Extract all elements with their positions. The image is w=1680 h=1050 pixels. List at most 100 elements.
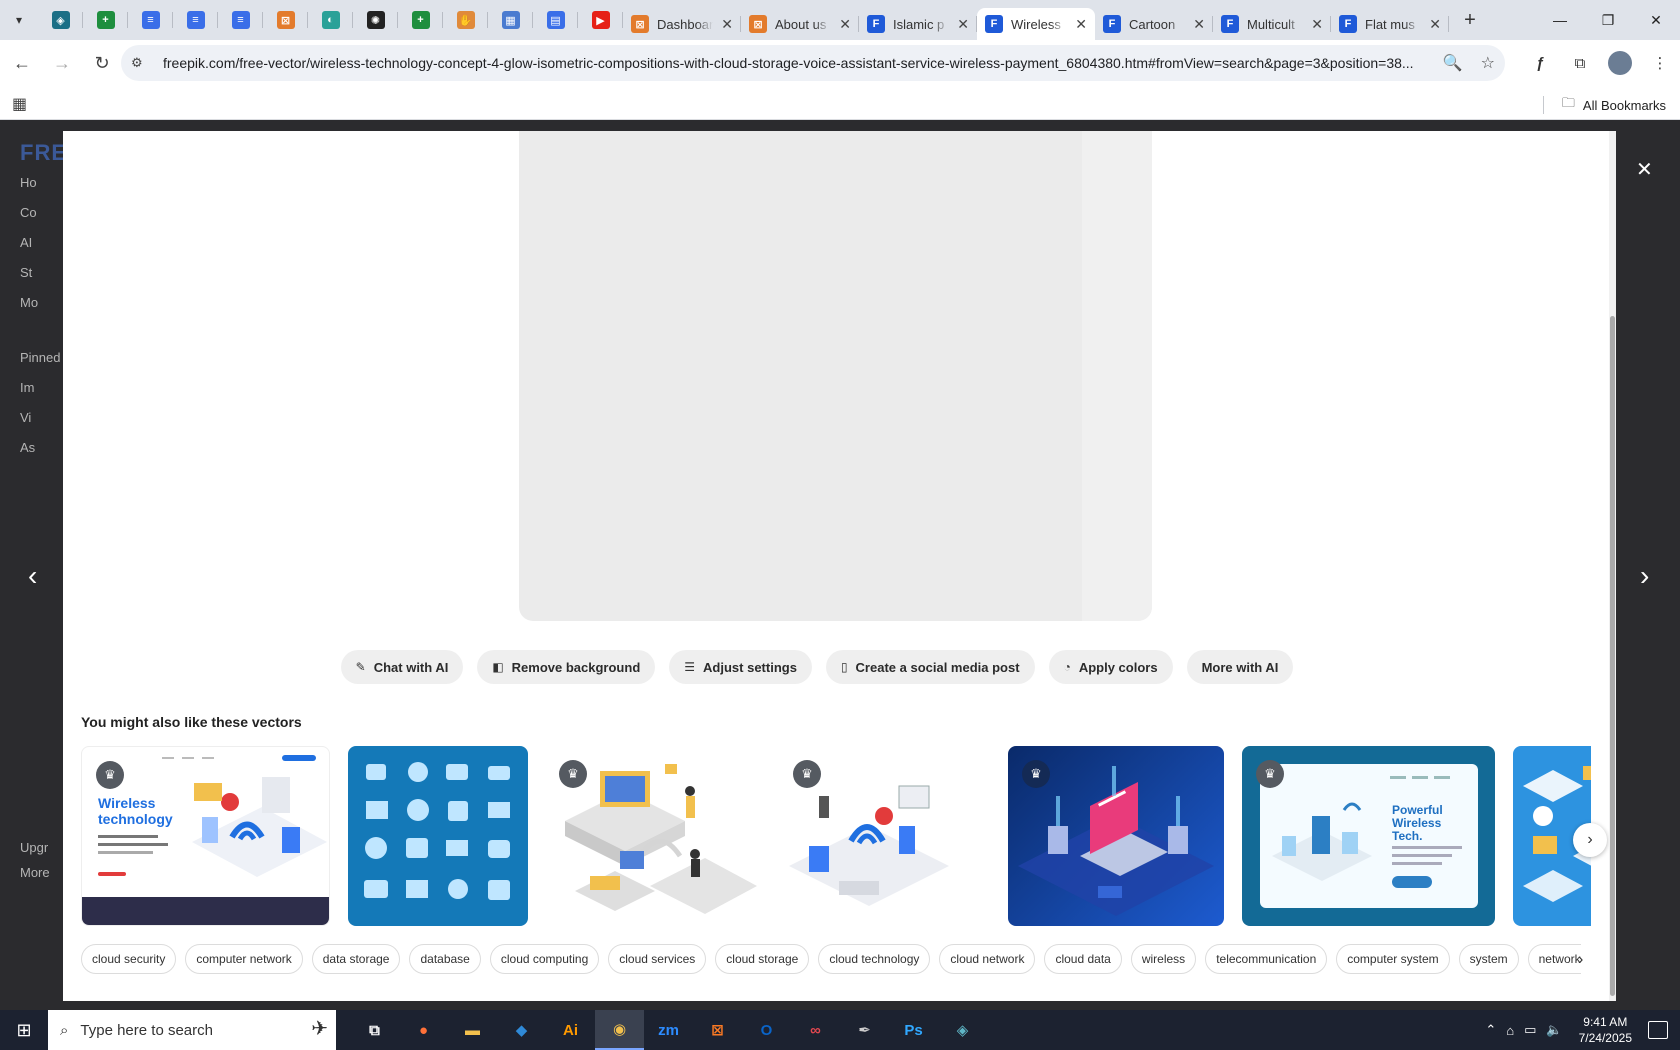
thumbnail-card[interactable]: ♛ xyxy=(1008,746,1224,926)
chevron-up-icon[interactable]: ⌃ xyxy=(1485,1022,1496,1038)
tag-chip[interactable]: cloud security xyxy=(81,944,177,974)
back-button[interactable]: ← xyxy=(4,45,40,81)
tag-chip[interactable]: cloud computing xyxy=(489,944,600,974)
profile-avatar[interactable] xyxy=(1600,51,1640,75)
modal-scrollbar[interactable] xyxy=(1609,131,1616,1001)
pinned-tab[interactable]: ✺ xyxy=(353,0,398,40)
next-resource-button[interactable]: › xyxy=(1640,560,1649,592)
reload-button[interactable]: ↻ xyxy=(84,45,120,81)
close-tab-icon[interactable]: ✕ xyxy=(721,16,733,33)
taskbar-app[interactable]: Ai xyxy=(546,1010,595,1050)
tag-chip[interactable]: database xyxy=(409,944,481,974)
tab-active[interactable]: F Wireless ✕ xyxy=(977,8,1095,40)
action-adjust-settingsbutton[interactable]: ☰ Adjust settings xyxy=(669,650,812,684)
tab[interactable]: F Cartoon ✕ xyxy=(1095,8,1213,40)
tag-chip[interactable]: cloud data xyxy=(1044,944,1122,974)
new-tab-button[interactable]: + xyxy=(1453,4,1487,36)
zoom-icon[interactable]: 🔍 xyxy=(1443,53,1463,73)
action-create-a-social-media-postbutton[interactable]: ▯ Create a social media post xyxy=(825,650,1035,684)
pinned-tab[interactable]: ✋ xyxy=(443,0,488,40)
taskbar-app[interactable]: zm xyxy=(644,1010,693,1050)
thumbnails-next-button[interactable]: › xyxy=(1573,823,1607,857)
taskbar-app[interactable]: ∞ xyxy=(791,1010,840,1050)
close-tab-icon[interactable]: ✕ xyxy=(957,16,969,33)
taskbar-app[interactable]: Ps xyxy=(889,1010,938,1050)
close-tab-icon[interactable]: ✕ xyxy=(1193,16,1205,33)
pinned-tab[interactable]: ⊠ xyxy=(263,0,308,40)
notifications-icon[interactable] xyxy=(1648,1021,1668,1039)
tab-search-button[interactable]: ▾ xyxy=(0,0,38,40)
tag-chip[interactable]: cloud technology xyxy=(818,944,931,974)
url-text[interactable]: freepik.com/free-vector/wireless-technol… xyxy=(163,55,1433,71)
tag-chip[interactable]: computer network xyxy=(185,944,303,974)
taskbar-app[interactable]: ◉ xyxy=(595,1010,644,1050)
pinned-tab[interactable]: ≡ xyxy=(128,0,173,40)
taskbar-app[interactable]: O xyxy=(742,1010,791,1050)
all-bookmarks-button[interactable]: 🗀 All Bookmarks xyxy=(1542,94,1666,116)
pinned-tab[interactable]: ≡ xyxy=(173,0,218,40)
pinned-tab[interactable]: ≡ xyxy=(218,0,263,40)
action-chat-with-aibutton[interactable]: ✎ Chat with AI xyxy=(340,650,464,684)
taskbar-search[interactable]: ⌕ Type here to search ✈ xyxy=(48,1010,336,1050)
tag-chip[interactable]: computer system xyxy=(1336,944,1450,974)
address-bar[interactable]: ⚙ freepik.com/free-vector/wireless-techn… xyxy=(121,45,1505,81)
close-tab-icon[interactable]: ✕ xyxy=(1429,16,1441,33)
taskbar-app[interactable]: ⊠ xyxy=(693,1010,742,1050)
tag-chip[interactable]: network security xyxy=(1527,944,1581,974)
bookmark-star-icon[interactable]: ☆ xyxy=(1481,53,1495,73)
taskbar-app[interactable]: ✒ xyxy=(840,1010,889,1050)
tag-chip[interactable]: wireless xyxy=(1130,944,1197,974)
pinned-tab[interactable]: ◈ xyxy=(38,0,83,40)
close-tab-icon[interactable]: ✕ xyxy=(839,16,851,33)
volume-icon[interactable]: 🔈 xyxy=(1546,1022,1562,1038)
close-tab-icon[interactable]: ✕ xyxy=(1075,16,1087,33)
previous-resource-button[interactable]: ‹ xyxy=(28,560,37,592)
pinned-tab[interactable]: ▦ xyxy=(488,0,533,40)
pinned-tab[interactable]: + xyxy=(83,0,128,40)
thumbnail-card[interactable]: ♛ Powerful Wireless Tech. xyxy=(1242,746,1495,926)
thumbnail-card[interactable]: ♛ xyxy=(545,746,759,926)
tab[interactable]: F Flat mus ✕ xyxy=(1331,8,1449,40)
pinned-tab[interactable]: + xyxy=(398,0,443,40)
menu-kebab-icon[interactable]: ⋮ xyxy=(1640,54,1680,72)
taskbar-app[interactable]: ◆ xyxy=(497,1010,546,1050)
tags-next-button[interactable]: › xyxy=(1578,951,1583,969)
clock[interactable]: 9:41 AM 7/24/2025 xyxy=(1579,1014,1632,1046)
tag-chip[interactable]: cloud network xyxy=(939,944,1036,974)
thumbnail-card[interactable]: ♛ Wireless technology xyxy=(81,746,330,926)
taskbar-app[interactable]: ▬ xyxy=(448,1010,497,1050)
tab[interactable]: F Multicult ✕ xyxy=(1213,8,1331,40)
apps-grid-icon[interactable]: ▦ xyxy=(12,94,27,114)
scrollbar-thumb[interactable] xyxy=(1610,316,1615,996)
tab[interactable]: F Islamic p ✕ xyxy=(859,8,977,40)
tag-chip[interactable]: telecommunication xyxy=(1205,944,1328,974)
display-icon[interactable]: ▭ xyxy=(1524,1022,1536,1038)
restore-button[interactable]: ❐ xyxy=(1584,0,1632,40)
taskbar-app[interactable]: ⧉ xyxy=(350,1010,399,1050)
minimize-button[interactable]: — xyxy=(1536,0,1584,40)
close-tab-icon[interactable]: ✕ xyxy=(1311,16,1323,33)
pinned-tab[interactable]: ▶ xyxy=(578,0,623,40)
action-remove-backgroundbutton[interactable]: ◧ Remove background xyxy=(477,650,656,684)
pinned-tab[interactable]: ◐ xyxy=(308,0,353,40)
tag-chip[interactable]: system xyxy=(1458,944,1519,974)
thumbnail-card[interactable] xyxy=(348,746,528,926)
extensions-icon[interactable]: ⧉ xyxy=(1560,55,1600,72)
tag-chip[interactable]: data storage xyxy=(311,944,401,974)
site-info-icon[interactable]: ⚙ xyxy=(131,55,155,71)
tag-chip[interactable]: cloud storage xyxy=(715,944,810,974)
forward-button[interactable]: → xyxy=(44,45,80,81)
close-window-button[interactable]: ✕ xyxy=(1632,0,1680,40)
taskbar-app[interactable]: ◈ xyxy=(938,1010,987,1050)
font-extension-icon[interactable]: ƒ xyxy=(1520,55,1560,72)
action-apply-colorsbutton[interactable]: ◔ Apply colors xyxy=(1048,650,1173,684)
action-more-with-aibutton[interactable]: More with AI xyxy=(1186,650,1294,684)
close-modal-button[interactable]: ✕ xyxy=(1636,157,1653,182)
pinned-tab[interactable]: ▤ xyxy=(533,0,578,40)
tab[interactable]: ⊠ About us ✕ xyxy=(741,8,859,40)
thumbnail-card[interactable]: ♛ xyxy=(779,746,991,926)
network-icon[interactable]: ⌂ xyxy=(1506,1023,1514,1038)
start-button[interactable]: ⊞ xyxy=(0,1010,48,1050)
tab[interactable]: ⊠ Dashboard ✕ xyxy=(623,8,741,40)
taskbar-app[interactable]: ● xyxy=(399,1010,448,1050)
